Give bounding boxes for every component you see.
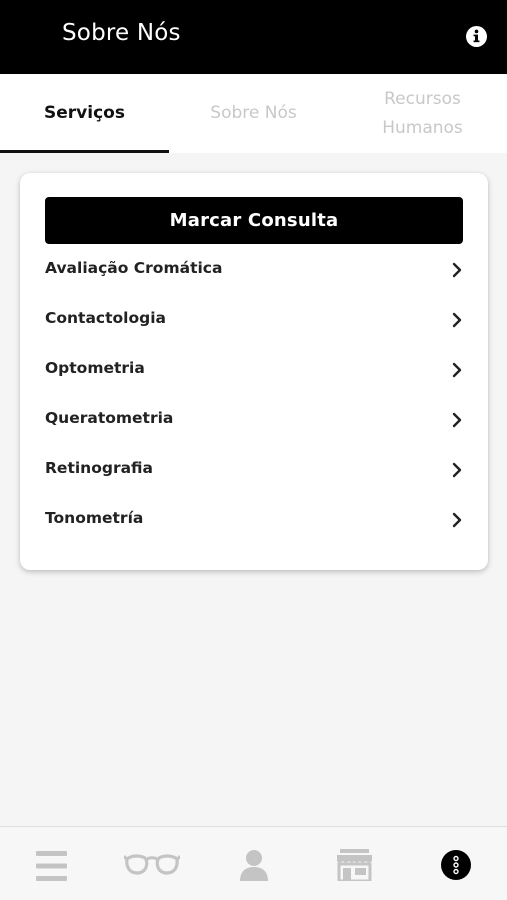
tab-label: Serviços: [44, 103, 125, 123]
about-icon[interactable]: [441, 850, 471, 880]
tab-label: Recursos Humanos: [382, 88, 463, 138]
service-item-retinografia[interactable]: Retinografia: [20, 444, 488, 494]
service-label: Contactologia: [45, 309, 167, 327]
profile-icon[interactable]: [240, 849, 268, 881]
service-label: Queratometria: [45, 409, 174, 427]
services-list: Avaliação Cromática Contactologia Optome…: [20, 244, 488, 544]
tab-servicos[interactable]: Serviços: [0, 74, 169, 153]
service-label: Tonometría: [45, 509, 144, 527]
marcar-consulta-button[interactable]: Marcar Consulta: [45, 197, 463, 244]
chevron-right-icon: [452, 362, 462, 378]
menu-icon[interactable]: [36, 851, 67, 881]
service-label: Optometria: [45, 359, 145, 377]
services-card: Marcar Consulta Avaliação Cromática Cont…: [20, 173, 488, 570]
chevron-right-icon: [452, 512, 462, 528]
chevron-right-icon: [452, 412, 462, 428]
service-item-contactologia[interactable]: Contactologia: [20, 294, 488, 344]
service-item-tonometria[interactable]: Tonometría: [20, 494, 488, 544]
service-item-optometria[interactable]: Optometria: [20, 344, 488, 394]
tab-sobre-nos[interactable]: Sobre Nós: [169, 74, 338, 153]
tab-recursos-humanos[interactable]: Recursos Humanos: [338, 74, 507, 153]
service-item-avaliacao-cromatica[interactable]: Avaliação Cromática: [20, 244, 488, 294]
tab-label: Sobre Nós: [210, 103, 297, 123]
chevron-right-icon: [452, 312, 462, 328]
page-title: Sobre Nós: [62, 20, 181, 46]
service-item-queratometria[interactable]: Queratometria: [20, 394, 488, 444]
active-tab-indicator: [0, 150, 169, 153]
service-label: Avaliação Cromática: [45, 259, 223, 277]
service-label: Retinografia: [45, 459, 154, 477]
chevron-right-icon: [452, 262, 462, 278]
chevron-right-icon: [452, 462, 462, 478]
bottom-navigation: [0, 826, 507, 900]
tab-bar: Serviços Sobre Nós Recursos Humanos: [0, 74, 507, 153]
app-bar: Sobre Nós: [0, 0, 507, 74]
store-icon[interactable]: [337, 849, 372, 881]
info-icon[interactable]: [466, 26, 487, 47]
glasses-icon[interactable]: [124, 853, 180, 877]
